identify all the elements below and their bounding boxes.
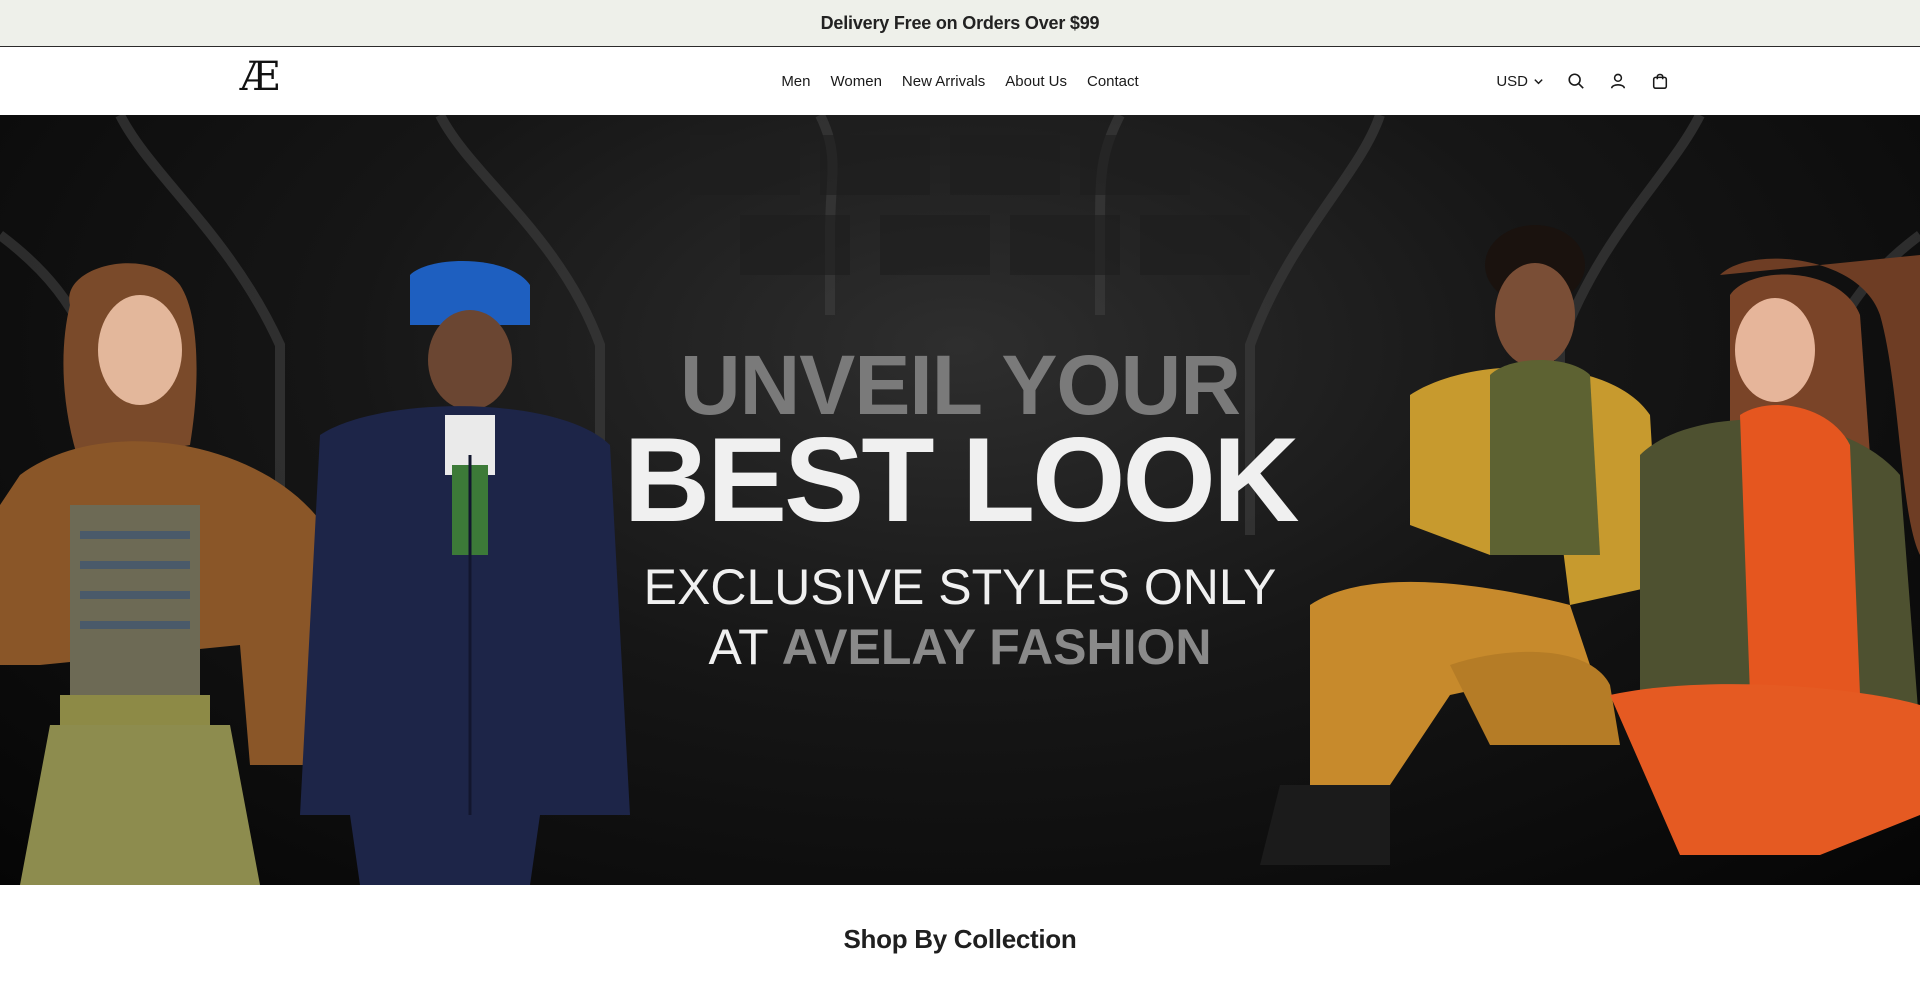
announcement-text: Delivery Free on Orders Over $99 — [820, 12, 1100, 33]
brand-logo[interactable]: Æ — [240, 57, 280, 97]
search-icon[interactable] — [1566, 71, 1586, 91]
currency-selector[interactable]: USD — [1496, 73, 1544, 90]
hero-subline-prefix: AT — [708, 619, 768, 675]
cart-bag-icon[interactable] — [1650, 71, 1670, 91]
nav-item-new-arrivals[interactable]: New Arrivals — [902, 73, 985, 90]
hero-headline-line2: BEST LOOK — [623, 413, 1299, 547]
account-icon[interactable] — [1608, 71, 1628, 91]
announcement-bar: Delivery Free on Orders Over $99 — [0, 0, 1920, 47]
nav-item-contact[interactable]: Contact — [1087, 73, 1139, 90]
currency-label: USD — [1496, 72, 1528, 90]
section-title-shop-by-collection: Shop By Collection — [843, 924, 1077, 954]
nav-item-men[interactable]: Men — [781, 73, 810, 90]
hero-brand-name: AVELAY FASHION — [781, 619, 1212, 675]
hero-subline-2: AT AVELAY FASHION — [0, 617, 1920, 677]
chevron-down-icon — [1532, 75, 1544, 87]
hero-banner[interactable]: UNVEIL YOUR BEST LOOK EXCLUSIVE STYLES O… — [0, 115, 1920, 885]
nav-item-women[interactable]: Women — [831, 73, 882, 90]
nav-item-about-us[interactable]: About Us — [1005, 73, 1067, 90]
header-tools: USD — [1496, 47, 1670, 115]
site-header: Æ Men Women New Arrivals About Us Contac… — [0, 47, 1920, 115]
hero-subline-1: EXCLUSIVE STYLES ONLY — [643, 559, 1277, 615]
hero-headline-group: UNVEIL YOUR BEST LOOK EXCLUSIVE STYLES O… — [0, 343, 1920, 677]
